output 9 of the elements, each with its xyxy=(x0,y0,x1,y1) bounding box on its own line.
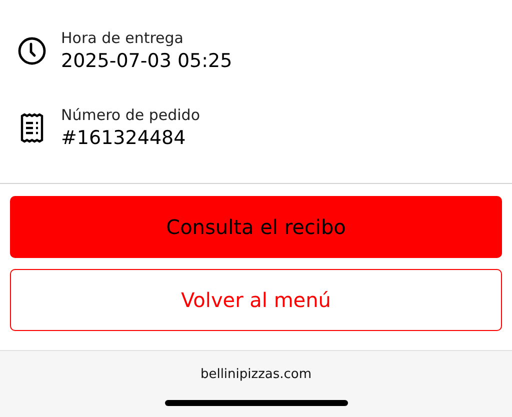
receipt-button[interactable]: Consulta el recibo xyxy=(10,196,502,258)
clock-icon xyxy=(17,36,47,66)
detail-label: Número de pedido xyxy=(61,105,200,125)
detail-label: Hora de entrega xyxy=(61,28,184,48)
url-text: bellinipizzas.com xyxy=(200,367,312,383)
menu-button[interactable]: Volver al menú xyxy=(10,269,502,331)
receipt-icon xyxy=(19,113,45,143)
detail-value: 2025-07-03 05:25 xyxy=(61,49,232,74)
detail-value: #161324484 xyxy=(61,126,187,151)
